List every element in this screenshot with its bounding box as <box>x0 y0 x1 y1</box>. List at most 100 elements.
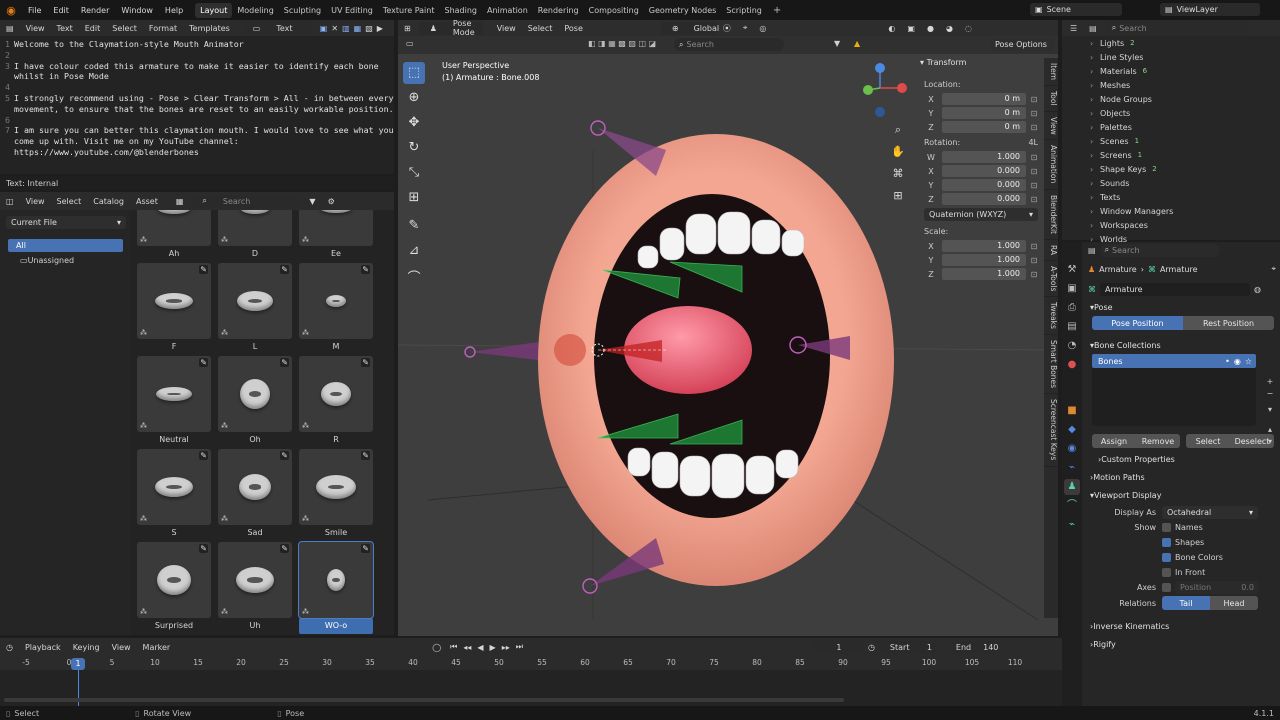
timeline-scrollbar[interactable] <box>4 698 844 702</box>
asset-tile[interactable]: ✎ ⁂ Sad <box>218 449 292 543</box>
catalog-unassigned[interactable]: ▭ Unassigned <box>8 254 123 267</box>
jump-end-icon[interactable]: ⏭ <box>513 642 526 652</box>
sidebar-tab-blenderkit[interactable]: BlenderKit <box>1044 190 1058 240</box>
move-tool-icon[interactable]: ✥ <box>403 112 425 134</box>
frame-ruler[interactable]: -5 0 5 10 15 20 25 30 35 40 45 50 55 60 65 70 75 80 85 90 95… <box>0 656 1062 670</box>
outliner-item[interactable]: › Screens 1 <box>1062 148 1280 162</box>
play-reverse-icon[interactable]: ◀ <box>474 643 486 652</box>
asset-tile[interactable]: ✎ ⁂ Smile <box>299 449 373 543</box>
chevron-right-icon[interactable]: › <box>1090 123 1100 132</box>
current-frame-field[interactable]: 1 <box>813 640 864 654</box>
edit-asset-icon[interactable]: ✎ <box>361 265 370 274</box>
tab-layout[interactable]: Layout <box>195 2 233 18</box>
rigify-section[interactable]: › Rigify <box>1084 635 1280 653</box>
outliner-item[interactable]: › Meshes <box>1062 78 1280 92</box>
viewport-search-input[interactable]: ⌕ Search <box>674 38 784 51</box>
scale-tool-icon[interactable]: ⤡ <box>403 162 425 184</box>
sidebar-tab-ra[interactable]: RA <box>1044 240 1058 261</box>
viewlayer-selector[interactable]: ▤ ViewLayer <box>1160 3 1260 16</box>
editor-type-icon[interactable]: ◫ <box>0 197 20 206</box>
names-checkbox[interactable] <box>1162 523 1171 532</box>
asset-tile[interactable]: ✎ ⁂ F <box>137 263 211 357</box>
display-icon[interactable]: ▤ <box>1088 246 1096 255</box>
modifier-props-icon[interactable]: ◆ <box>1064 422 1080 438</box>
remove-icon[interactable]: − <box>1264 388 1276 400</box>
lock-icon[interactable]: ⊡ <box>1026 153 1042 162</box>
edit-asset-icon[interactable]: ✎ <box>361 544 370 553</box>
sidebar-tab-item[interactable]: Item <box>1044 58 1058 87</box>
bone-collection-item[interactable]: Bones • ◉ ☆ <box>1092 354 1256 368</box>
grid-view-icon[interactable]: ▦ <box>170 197 190 206</box>
add-icon[interactable]: + <box>1264 376 1276 388</box>
axes-checkbox[interactable] <box>1162 583 1171 592</box>
outliner-item[interactable]: › Texts <box>1062 190 1280 204</box>
tab-uv-editing[interactable]: UV Editing <box>326 3 378 18</box>
tab-rendering[interactable]: Rendering <box>533 3 584 18</box>
library-selector[interactable]: Current File ▾ <box>6 216 126 229</box>
lock-icon[interactable]: ⊡ <box>1026 256 1042 265</box>
outliner-item[interactable]: › Shape Keys 2 <box>1062 162 1280 176</box>
record-icon[interactable]: ◯ <box>426 643 447 652</box>
armature-datablock[interactable]: Armature <box>1100 282 1250 296</box>
transform-header[interactable]: ▾ Transform <box>920 58 1042 72</box>
mode-selector[interactable]: ♟ Pose Mode <box>418 20 483 37</box>
play-icon[interactable]: ▶ <box>487 643 499 652</box>
move-up-icon[interactable]: ▴ <box>1264 424 1276 436</box>
chevron-right-icon[interactable]: › <box>1090 165 1100 174</box>
location-y-field[interactable]: 0 m <box>942 107 1026 119</box>
blender-logo-icon[interactable]: ◉ <box>0 4 22 17</box>
outliner-item[interactable]: › Objects <box>1062 106 1280 120</box>
annotate-tool-icon[interactable]: ✎ <box>403 215 425 237</box>
editor-type-icon[interactable]: ⊞ <box>398 24 417 33</box>
chevron-right-icon[interactable]: › <box>1090 207 1100 216</box>
cursor-tool-icon[interactable]: ⊕ <box>403 87 425 109</box>
rotation-y-field[interactable]: 0.000 <box>942 179 1026 191</box>
select-tool-icon[interactable]: ⬚ <box>403 62 425 84</box>
asset-tile[interactable]: ✎ ⁂ S <box>137 449 211 543</box>
filter-icon[interactable]: ▼ <box>303 197 321 206</box>
bone-constraint-icon[interactable]: ⌁ <box>1064 517 1080 533</box>
transform-tool-icon[interactable]: ⊞ <box>403 187 425 209</box>
tab-scripting[interactable]: Scripting <box>721 3 767 18</box>
motion-paths-section[interactable]: › Motion Paths <box>1084 468 1280 486</box>
bone-collection-list[interactable]: Bones • ◉ ☆ <box>1092 354 1256 426</box>
shading-solid-icon[interactable]: ● <box>921 24 940 33</box>
jump-start-icon[interactable]: ⏮ <box>447 642 460 652</box>
edit-asset-icon[interactable]: ✎ <box>280 451 289 460</box>
scale-y-field[interactable]: 1.000 <box>942 254 1026 266</box>
remove-button[interactable]: Remove <box>1136 434 1180 448</box>
location-z-field[interactable]: 0 m <box>942 121 1026 133</box>
outliner-item[interactable]: › Window Managers <box>1062 204 1280 218</box>
run-script-icon[interactable]: ▶ <box>375 24 385 33</box>
pose-menu[interactable]: Pose <box>558 24 589 33</box>
bone-collections-section[interactable]: ▾ Bone Collections <box>1084 336 1280 354</box>
lock-icon[interactable]: ⊡ <box>1026 109 1042 118</box>
close-icon[interactable]: ✕ <box>329 24 340 33</box>
tab-modeling[interactable]: Modeling <box>232 3 278 18</box>
proportional-icon[interactable]: ◎ <box>753 24 772 33</box>
asset-tile[interactable]: ✎ ⁂ Uh <box>218 542 292 635</box>
end-frame-field[interactable]: End 140 <box>944 640 998 654</box>
asset-tile[interactable]: ✎⁂ D <box>218 210 292 264</box>
filter-icon[interactable]: ▼ <box>834 39 840 48</box>
tab-sculpting[interactable]: Sculpting <box>279 3 326 18</box>
asset-tile[interactable]: ✎ ⁂ Surprised <box>137 542 211 635</box>
lock-icon[interactable]: ⊡ <box>1026 95 1042 104</box>
eye-icon[interactable]: ◉ <box>1234 357 1241 366</box>
text-menu-text[interactable]: Text <box>51 24 79 33</box>
3d-viewport[interactable]: ⊞ ♟ Pose Mode View Select Pose ⊕ Global ⦿ … <box>398 20 1058 636</box>
axes-position-field[interactable]: Position 0.0 <box>1175 581 1259 594</box>
chevron-right-icon[interactable]: › <box>1090 193 1100 202</box>
lock-icon[interactable]: ⊡ <box>1026 270 1042 279</box>
inverse-kinematics-section[interactable]: › Inverse Kinematics <box>1084 617 1280 635</box>
display-mode-icon[interactable]: ▤ <box>1085 24 1101 33</box>
editor-type-icon[interactable]: ◷ <box>0 643 19 652</box>
view-layer-icon[interactable]: ▤ <box>1064 319 1080 335</box>
measure-tool-icon[interactable]: ⊿ <box>403 240 425 262</box>
asset-search-input[interactable]: ⌕ Search <box>191 194 300 208</box>
asset-menu-select[interactable]: Select <box>51 197 88 206</box>
playhead-label[interactable]: 1 <box>71 658 85 670</box>
chevron-right-icon[interactable]: › <box>1090 109 1100 118</box>
tab-geometry-nodes[interactable]: Geometry Nodes <box>644 3 721 18</box>
timeline-menu-view[interactable]: View <box>106 643 137 652</box>
